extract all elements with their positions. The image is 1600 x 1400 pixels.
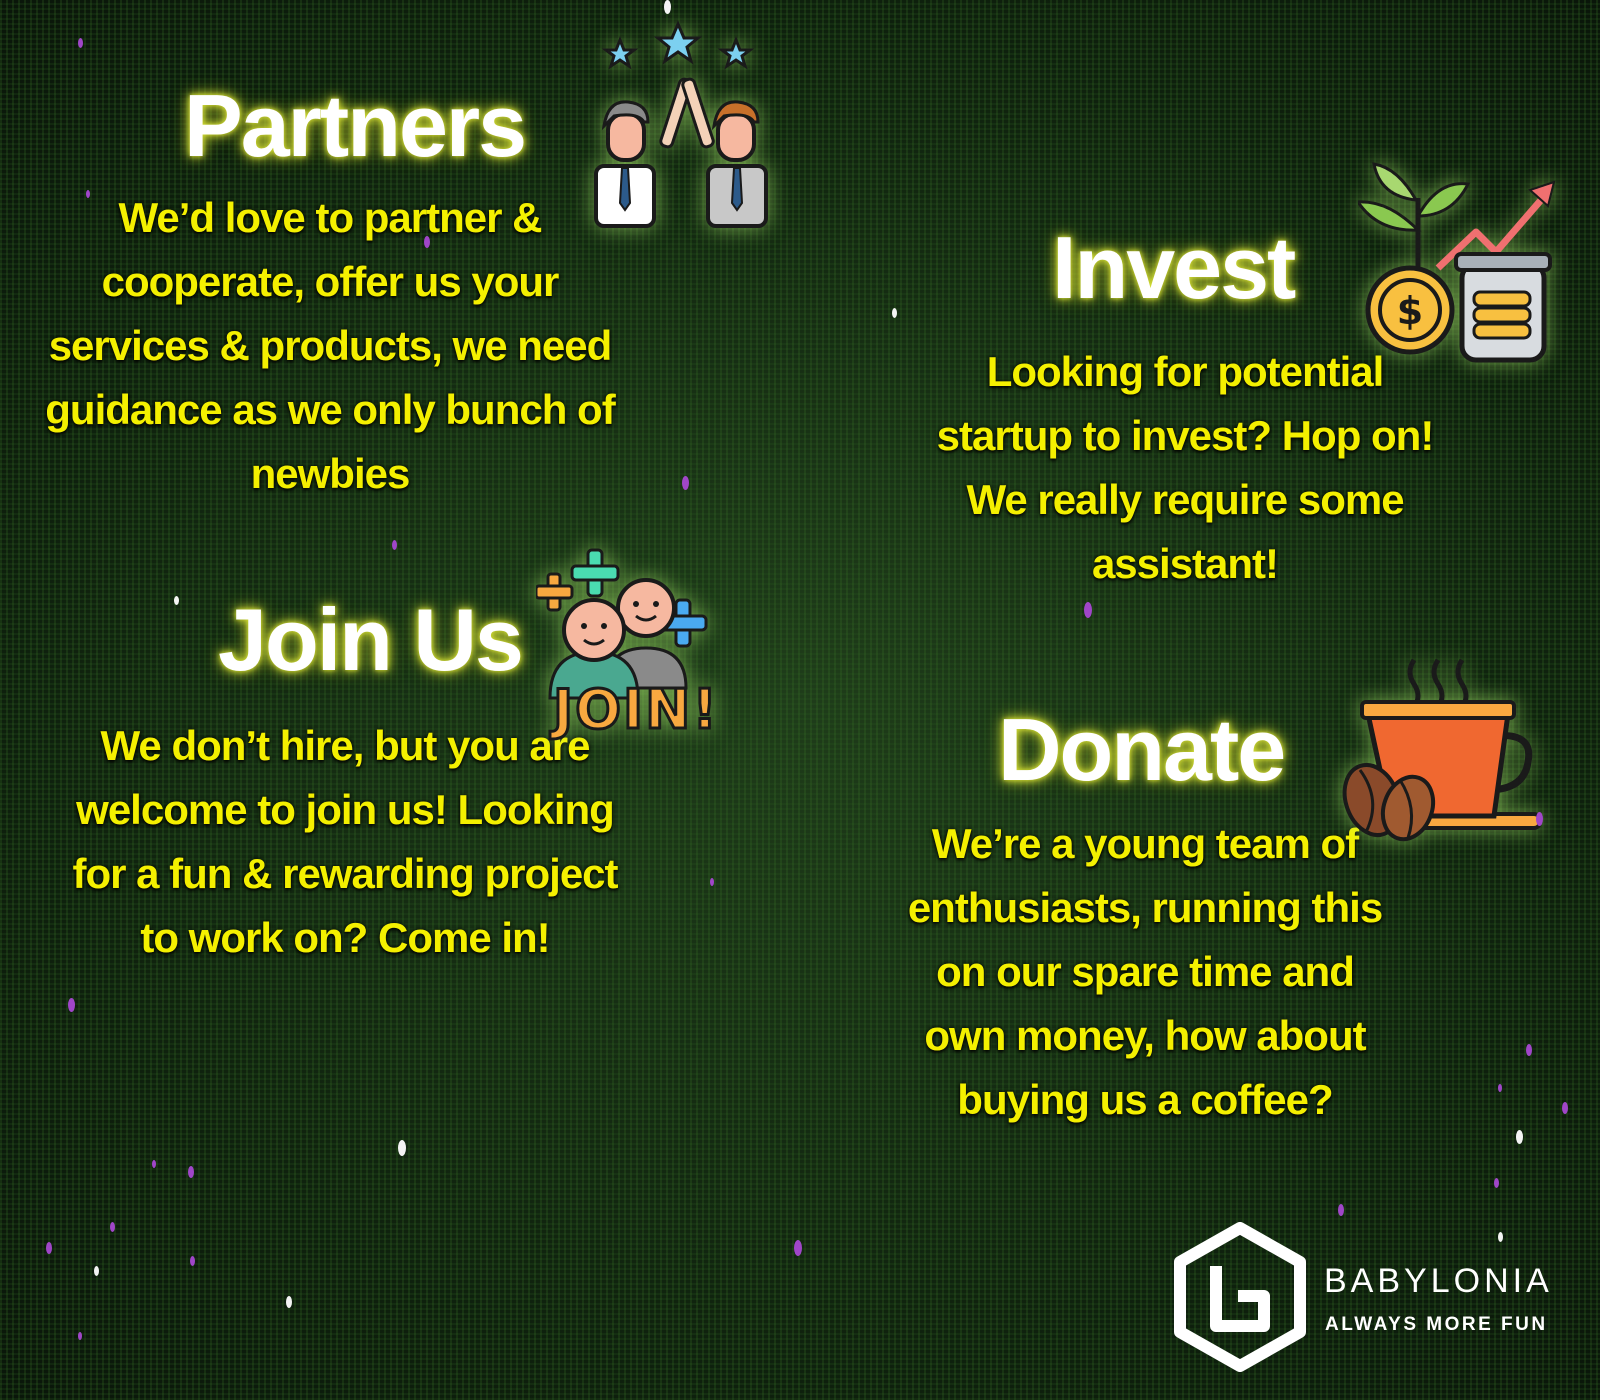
donate-line: enthusiasts, running this	[907, 884, 1383, 931]
sparkle	[110, 1222, 115, 1232]
invest-description: Looking for potential startup to invest?…	[885, 340, 1485, 596]
partners-line: cooperate, offer us your	[101, 258, 560, 305]
sparkle	[1562, 1102, 1568, 1114]
sparkle	[1338, 1204, 1344, 1216]
join-team-icon: JOIN!	[536, 548, 719, 743]
sparkle	[710, 878, 714, 886]
sparkle	[1498, 1084, 1502, 1092]
sparkle	[152, 1160, 156, 1168]
investment-growth-icon: $	[1358, 162, 1556, 363]
sparkle	[664, 0, 671, 14]
invest-title: Invest	[1052, 218, 1296, 317]
donate-line: own money, how about	[924, 1012, 1366, 1059]
sparkle	[682, 476, 689, 490]
partners-line: We’d love to partner &	[118, 194, 543, 241]
sparkle	[1536, 812, 1543, 826]
sparkle	[424, 236, 430, 248]
sparkle	[78, 38, 83, 48]
sparkle	[188, 1166, 194, 1178]
partners-description: We’d love to partner & cooperate, offer …	[20, 186, 640, 506]
sparkle	[46, 1242, 52, 1254]
svg-text:$: $	[1397, 289, 1423, 333]
sparkle	[1084, 602, 1092, 618]
brand-tagline: ALWAYS MORE FUN	[1325, 1314, 1548, 1335]
invest-line: We really require some	[966, 476, 1404, 523]
high-five-icon	[594, 20, 768, 228]
coffee-cup-icon	[1342, 658, 1542, 842]
sparkle	[392, 540, 397, 550]
sparkle	[78, 1332, 82, 1340]
join-line: welcome to join us! Looking	[76, 786, 615, 833]
sparkle	[68, 998, 75, 1012]
invest-line: startup to invest? Hop on!	[936, 412, 1435, 459]
join-badge-text: JOIN!	[549, 678, 719, 741]
donate-line: on our spare time and	[936, 948, 1355, 995]
sparkle	[1494, 1178, 1499, 1188]
join-title: Join Us	[218, 590, 524, 689]
partners-line: services & products, we need	[48, 322, 613, 369]
sparkle	[94, 1266, 99, 1276]
sparkle	[86, 190, 90, 198]
join-description: We don’t hire, but you are welcome to jo…	[40, 714, 650, 970]
brand-name: BABYLONIA	[1324, 1262, 1553, 1300]
invest-line: assistant!	[1091, 540, 1279, 587]
join-line: for a fun & rewarding project	[72, 850, 618, 897]
sparkle	[1526, 1044, 1532, 1056]
join-line: to work on? Come in!	[140, 914, 550, 961]
sparkle	[190, 1256, 195, 1266]
donate-description: We’re a young team of enthusiasts, runni…	[845, 812, 1445, 1132]
sparkle	[286, 1296, 292, 1308]
donate-title: Donate	[998, 700, 1286, 799]
babylonia-logo-icon	[1174, 1222, 1306, 1372]
sparkle	[1498, 1232, 1503, 1242]
sparkle	[174, 596, 179, 605]
sparkle	[398, 1140, 406, 1156]
sparkle	[794, 1240, 802, 1256]
sparkle	[1516, 1130, 1523, 1144]
donate-line: buying us a coffee?	[957, 1076, 1333, 1123]
sparkle	[892, 308, 897, 318]
partners-title: Partners	[184, 76, 527, 175]
partners-line: newbies	[250, 450, 411, 497]
partners-line: guidance as we only bunch of	[45, 386, 615, 433]
